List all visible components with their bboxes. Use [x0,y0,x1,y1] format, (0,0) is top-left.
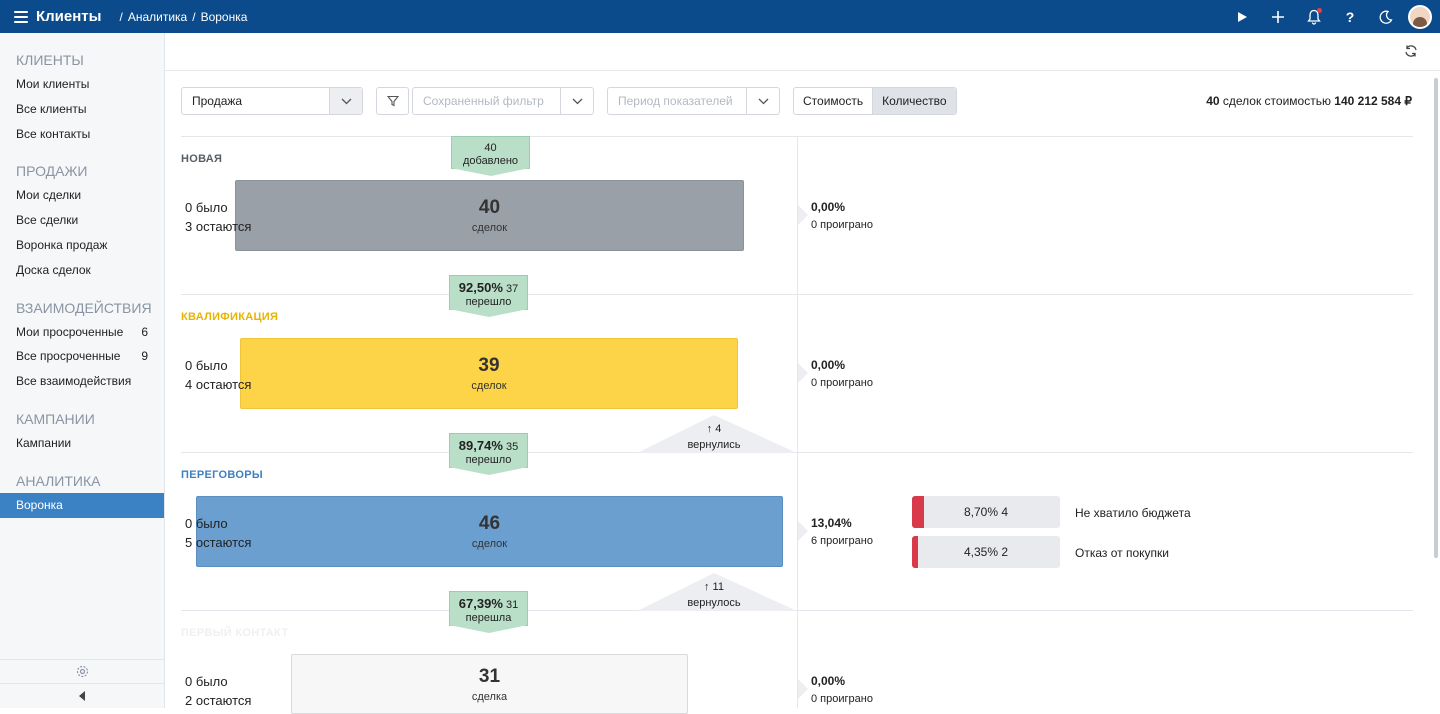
stage-added-badge: 40 добавлено [451,136,530,176]
stage-title: ПЕРЕГОВОРЫ [181,469,263,481]
gear-icon[interactable] [0,659,164,683]
sidebar-item-all-interactions[interactable]: Все взаимодействия [0,369,164,394]
stage-lost: 0,00% 0 проиграно [811,674,873,705]
filter-icon [386,95,399,107]
sidebar-item-campaigns[interactable]: Кампании [0,431,164,456]
sidebar-section-sales: ПРОДАЖИ [16,163,88,180]
funnel-select[interactable]: Продажа [181,87,363,115]
stage-counts: 0 было 5 остаются [185,516,252,550]
sidebar-section-analytics: АНАЛИТИКА [16,472,101,489]
notification-dot [1317,8,1322,13]
breadcrumb-separator: / [119,9,123,24]
stage-title: КВАЛИФИКАЦИЯ [181,311,279,323]
stage-lost: 0,00% 0 проиграно [811,358,873,389]
chevron-down-icon[interactable] [560,88,593,114]
returned-indicator: ↑ 11 вернулось [637,567,797,611]
toggle-count[interactable]: Количество [872,88,956,114]
subheader [165,33,1440,71]
chevron-down-icon[interactable] [329,88,362,114]
lost-arrow [798,521,808,541]
play-icon[interactable] [1224,0,1260,33]
menu-icon[interactable] [14,10,28,23]
lost-reason-label: Отказ от покупки [1075,546,1169,560]
count-badge: 6 [141,324,148,339]
sidebar-item-deal-board[interactable]: Доска сделок [0,258,164,283]
stage-bar[interactable]: 40 сделок [235,180,744,251]
sidebar-item-all-clients[interactable]: Все клиенты [0,97,164,122]
filter-button[interactable] [376,87,409,115]
help-icon[interactable]: ? [1332,0,1368,33]
lost-arrow [798,205,808,225]
sidebar-section-campaigns: КАМПАНИИ [16,410,95,427]
sidebar-item-sales-funnel[interactable]: Воронка продаж [0,233,164,258]
lost-arrow [798,363,808,383]
sidebar-item-funnel[interactable]: Воронка [0,492,164,518]
lost-reason-label: Не хватило бюджета [1075,506,1191,520]
toggle-cost[interactable]: Стоимость [794,88,872,114]
top-actions: ? [1224,0,1432,33]
plus-icon[interactable] [1260,0,1296,33]
stage-counts: 0 было 2 остаются [185,674,252,708]
stage-title: НОВАЯ [181,153,223,165]
breadcrumb-separator: / [192,9,196,24]
stage-conversion-badge: 92,50% 37 перешло [449,275,528,317]
saved-filter-select[interactable]: Сохраненный фильтр [412,87,594,115]
breadcrumb-analytics[interactable]: Аналитика [128,10,187,24]
sidebar-item-all-deals[interactable]: Все сделки [0,208,164,233]
stage-title: ПЕРВЫЙ КОНТАКТ [181,627,289,639]
scrollbar[interactable] [1434,78,1438,558]
stage-lost: 0,00% 0 проиграно [811,200,873,231]
chevron-down-icon[interactable] [746,88,779,114]
sidebar-item-my-overdue[interactable]: Мои просроченные 6 [0,320,164,345]
stage-lost: 13,04% 6 проиграно [811,516,873,547]
lost-arrow [798,679,808,699]
breadcrumb-funnel: Воронка [200,9,248,24]
sidebar: КЛИЕНТЫ Мои клиенты Все клиенты Все конт… [0,33,165,708]
stage-counts: 0 было 4 остаются [185,358,252,392]
period-select[interactable]: Период показателей [607,87,780,115]
collapse-icon[interactable] [0,683,164,708]
count-badge: 9 [141,349,148,364]
top-bar: Клиенты / Аналитика / Воронка ? [0,0,1440,33]
sidebar-section-clients: КЛИЕНТЫ [16,52,84,68]
avatar[interactable] [1408,4,1432,29]
stage-conversion-badge: 89,74% 35 перешло [449,433,528,475]
stage-conversion-badge: 67,39% 31 перешла [449,591,528,633]
app-title[interactable]: Клиенты [36,8,101,25]
sidebar-item-my-deals[interactable]: Мои сделки [0,183,164,208]
stage-counts: 0 было 3 остаются [185,200,252,234]
sidebar-section-interactions: ВЗАИМОДЕЙСТВИЯ [16,299,152,316]
main-content: Продажа Сохраненный фильтр Период показа… [165,33,1440,714]
stage-bar[interactable]: 31 сделка [291,654,688,714]
bell-icon[interactable] [1296,0,1332,33]
refresh-icon[interactable] [1404,44,1418,63]
moon-icon[interactable] [1368,0,1404,33]
stage-bar[interactable]: 39 сделок [240,338,738,409]
lost-reason-bar[interactable]: 4,35% 2 [912,536,1060,568]
returned-indicator: ↑ 4 вернулись [637,409,797,453]
sidebar-item-all-contacts[interactable]: Все контакты [0,122,164,147]
deals-summary: 40 сделок стоимостью 140 212 584 ₽ [1206,94,1412,108]
sidebar-item-my-clients[interactable]: Мои клиенты [0,72,164,97]
value-toggle: Стоимость Количество [793,87,957,115]
stage-bar[interactable]: 46 сделок [196,496,783,567]
breadcrumb: / Аналитика / Воронка [119,10,247,24]
sidebar-item-all-overdue[interactable]: Все просроченные 9 [0,344,164,369]
lost-reason-bar[interactable]: 8,70% 4 [912,496,1060,528]
